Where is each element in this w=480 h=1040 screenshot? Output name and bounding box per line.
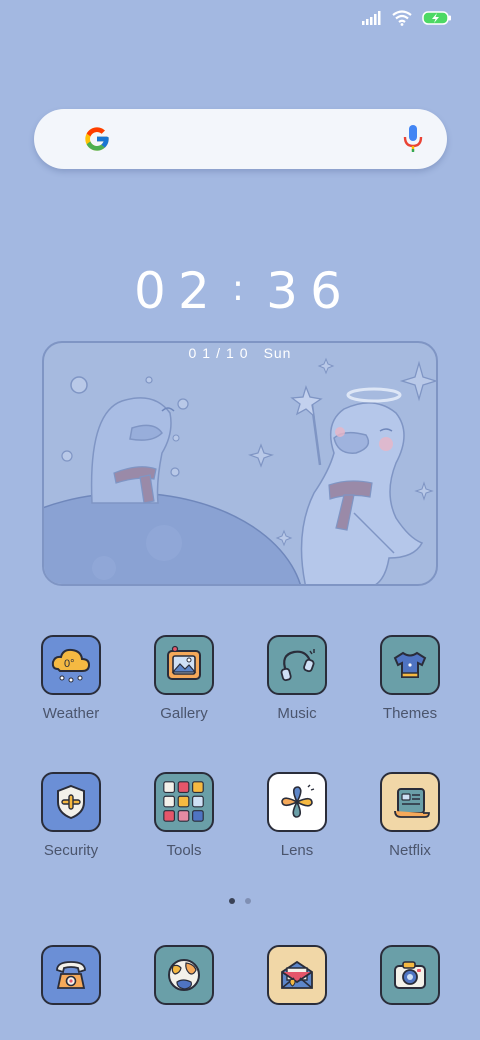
app-label: Gallery xyxy=(160,705,208,722)
clock[interactable]: 02:36 xyxy=(0,262,480,320)
widget-date: 01/10 Sun xyxy=(44,345,436,361)
envelope-icon xyxy=(267,945,327,1005)
google-g-logo xyxy=(85,127,109,151)
battery-charging-icon xyxy=(422,11,451,25)
status-bar xyxy=(362,10,452,26)
page-dot-active[interactable] xyxy=(229,898,235,904)
app-label: Security xyxy=(43,842,99,859)
dock-app-messages[interactable] xyxy=(247,945,347,1005)
mic-icon[interactable] xyxy=(403,125,423,153)
clock-hour-ones: 2 xyxy=(178,262,214,320)
shield-icon xyxy=(41,772,101,832)
dock-app-browser[interactable] xyxy=(134,945,234,1005)
duck-illustration xyxy=(44,357,436,584)
globe-icon xyxy=(154,945,214,1005)
app-label: Music xyxy=(277,705,317,722)
app-gallery[interactable]: Gallery xyxy=(134,635,234,722)
dock-app-phone[interactable] xyxy=(21,945,121,1005)
app-label: Lens xyxy=(280,842,314,859)
clock-minute-ones: 6 xyxy=(310,262,346,320)
app-security[interactable]: Security xyxy=(21,772,121,859)
app-netflix[interactable]: Netflix xyxy=(360,772,460,859)
camera-icon xyxy=(380,945,440,1005)
duck-date-widget[interactable]: 01/10 Sun xyxy=(42,341,438,586)
tools-grid-icon xyxy=(154,772,214,832)
app-lens[interactable]: Lens xyxy=(247,772,347,859)
app-label: Themes xyxy=(382,705,438,722)
tshirt-icon xyxy=(380,635,440,695)
pinwheel-icon xyxy=(267,772,327,832)
app-music[interactable]: Music xyxy=(247,635,347,722)
app-label: Weather xyxy=(42,705,100,722)
signal-icon xyxy=(362,11,381,25)
wifi-icon xyxy=(392,10,412,26)
page-indicator[interactable] xyxy=(0,898,480,904)
telephone-icon xyxy=(41,945,101,1005)
clock-hour-tens: 0 xyxy=(134,262,170,320)
app-weather[interactable]: 0° Weather xyxy=(21,635,121,722)
search-bar[interactable] xyxy=(34,109,447,169)
app-label: Netflix xyxy=(389,842,431,859)
scroll-icon xyxy=(380,772,440,832)
weather-cloud-icon: 0° xyxy=(41,635,101,695)
page-dot[interactable] xyxy=(245,898,251,904)
app-themes[interactable]: Themes xyxy=(360,635,460,722)
dock-app-camera[interactable] xyxy=(360,945,460,1005)
app-tools[interactable]: Tools xyxy=(134,772,234,859)
widget-day-name: Sun xyxy=(263,345,292,361)
app-label: Tools xyxy=(166,842,202,859)
headphones-icon xyxy=(267,635,327,695)
svg-text:0°: 0° xyxy=(64,658,75,670)
widget-date-number: 01/10 xyxy=(188,345,254,361)
gallery-frame-icon xyxy=(154,635,214,695)
clock-minute-tens: 3 xyxy=(266,262,302,320)
clock-separator: : xyxy=(231,268,249,309)
